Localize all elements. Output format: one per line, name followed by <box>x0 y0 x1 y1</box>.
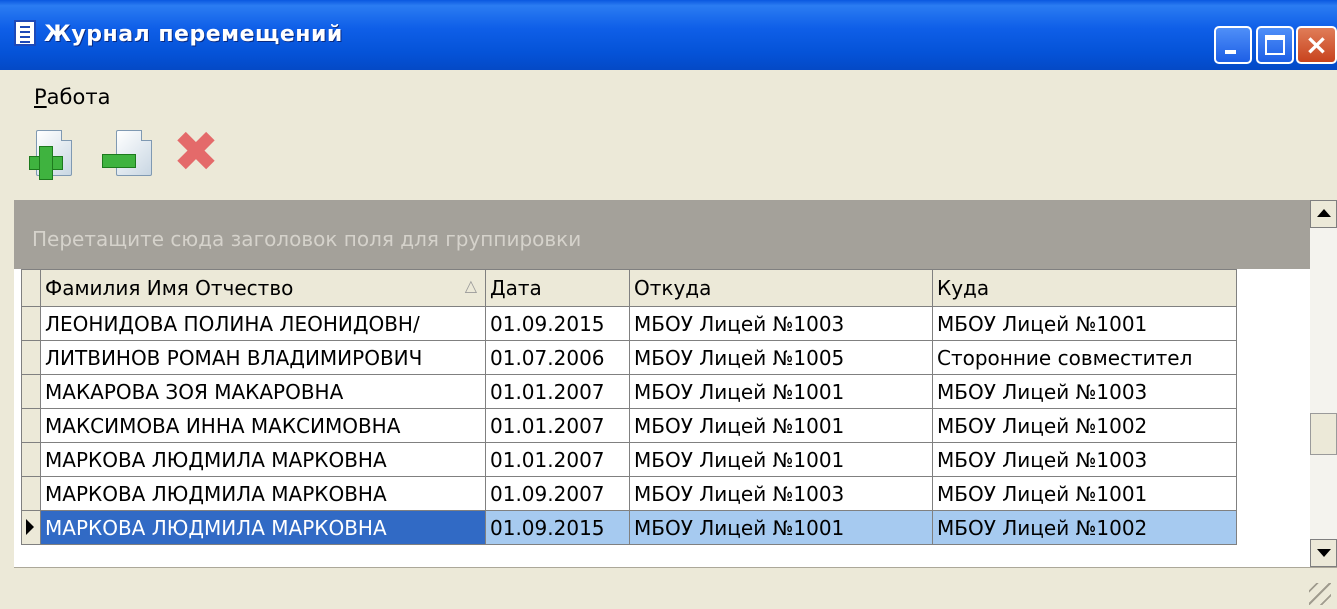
column-header-to[interactable]: Куда <box>932 269 1237 307</box>
table-row[interactable]: МАКАРОВА ЗОЯ МАКАРОВНА 01.01.2007 МБОУ Л… <box>21 374 1237 409</box>
minimize-button[interactable] <box>1214 26 1252 64</box>
row-selector[interactable] <box>21 408 41 443</box>
cell-date[interactable]: 01.01.2007 <box>485 408 630 443</box>
app-icon <box>14 20 36 46</box>
table-row[interactable]: ЛИТВИНОВ РОМАН ВЛАДИМИРОВИЧ 01.07.2006 М… <box>21 340 1237 375</box>
cell-name[interactable]: МАКАРОВА ЗОЯ МАКАРОВНА <box>40 374 486 409</box>
maximize-icon <box>1265 35 1285 55</box>
cell-from[interactable]: МБОУ Лицей №1005 <box>629 340 933 375</box>
menu-item-work[interactable]: Работа <box>34 85 110 109</box>
row-selector[interactable] <box>21 476 41 511</box>
table-row[interactable]: МАРКОВА ЛЮДМИЛА МАРКОВНА 01.01.2007 МБОУ… <box>21 442 1237 477</box>
row-selector[interactable] <box>21 340 41 375</box>
grid-table: Фамилия Имя Отчество △ Дата Откуда Куда Л… <box>21 269 1237 545</box>
add-button[interactable] <box>26 128 78 186</box>
delete-button[interactable]: ✖ <box>170 124 222 186</box>
close-button[interactable]: × <box>1296 26 1337 64</box>
menu-item-label: абота <box>46 85 111 109</box>
resize-grip-icon[interactable] <box>1309 583 1331 605</box>
close-icon: × <box>1304 28 1329 61</box>
column-header-label: Фамилия Имя Отчество <box>45 276 294 300</box>
cell-date[interactable]: 01.07.2006 <box>485 340 630 375</box>
cell-name[interactable]: МАРКОВА ЛЮДМИЛА МАРКОВНА <box>40 510 486 545</box>
data-grid[interactable]: Фамилия Имя Отчество △ Дата Откуда Куда Л… <box>14 269 1310 567</box>
table-row[interactable]: МАКСИМОВА ИННА МАКСИМОВНА 01.01.2007 МБО… <box>21 408 1237 443</box>
arrow-up-icon <box>1317 209 1331 217</box>
header-row: Фамилия Имя Отчество △ Дата Откуда Куда <box>21 269 1237 307</box>
scroll-down-button[interactable] <box>1310 539 1337 567</box>
table-row-selected[interactable]: МАРКОВА ЛЮДМИЛА МАРКОВНА 01.09.2015 МБОУ… <box>21 510 1237 545</box>
cell-from[interactable]: МБОУ Лицей №1003 <box>629 476 933 511</box>
remove-button[interactable] <box>100 128 152 186</box>
cell-name[interactable]: ЛЕОНИДОВА ПОЛИНА ЛЕОНИДОВН/ <box>40 306 486 341</box>
scrollbar-thumb[interactable] <box>1310 413 1337 455</box>
cell-to[interactable]: Сторонние совместител <box>932 340 1237 375</box>
cell-from[interactable]: МБОУ Лицей №1001 <box>629 510 933 545</box>
delete-icon: ✖ <box>172 120 220 185</box>
cell-from[interactable]: МБОУ Лицей №1001 <box>629 374 933 409</box>
table-row[interactable]: ЛЕОНИДОВА ПОЛИНА ЛЕОНИДОВН/ 01.09.2015 М… <box>21 306 1237 341</box>
row-selector[interactable] <box>21 374 41 409</box>
cell-name[interactable]: МАРКОВА ЛЮДМИЛА МАРКОВНА <box>40 476 486 511</box>
group-by-hint: Перетащите сюда заголовок поля для групп… <box>32 227 582 251</box>
menu-bar <box>0 70 1337 120</box>
cell-date[interactable]: 01.09.2015 <box>485 510 630 545</box>
maximize-button[interactable] <box>1256 26 1294 64</box>
current-row-icon <box>26 518 34 535</box>
title-bar[interactable]: Журнал перемещений × <box>0 0 1337 70</box>
cell-name[interactable]: МАРКОВА ЛЮДМИЛА МАРКОВНА <box>40 442 486 477</box>
cell-to[interactable]: МБОУ Лицей №1001 <box>932 306 1237 341</box>
column-header-from[interactable]: Откуда <box>629 269 933 307</box>
cell-date[interactable]: 01.01.2007 <box>485 374 630 409</box>
table-row[interactable]: МАРКОВА ЛЮДМИЛА МАРКОВНА 01.09.2007 МБОУ… <box>21 476 1237 511</box>
status-bar <box>14 567 1337 609</box>
cell-name[interactable]: МАКСИМОВА ИННА МАКСИМОВНА <box>40 408 486 443</box>
sort-ascending-icon: △ <box>464 276 477 295</box>
menu-item-accelerator: Р <box>34 85 47 109</box>
cell-date[interactable]: 01.09.2015 <box>485 306 630 341</box>
cell-date[interactable]: 01.01.2007 <box>485 442 630 477</box>
cell-to[interactable]: МБОУ Лицей №1003 <box>932 374 1237 409</box>
row-selector[interactable] <box>21 306 41 341</box>
cell-from[interactable]: МБОУ Лицей №1001 <box>629 408 933 443</box>
row-selector[interactable] <box>21 442 41 477</box>
cell-date[interactable]: 01.09.2007 <box>485 476 630 511</box>
window-title: Журнал перемещений <box>44 22 343 47</box>
row-selector[interactable] <box>21 510 41 545</box>
column-header-date[interactable]: Дата <box>485 269 630 307</box>
cell-name[interactable]: ЛИТВИНОВ РОМАН ВЛАДИМИРОВИЧ <box>40 340 486 375</box>
column-header-name[interactable]: Фамилия Имя Отчество △ <box>40 269 486 307</box>
cell-to[interactable]: МБОУ Лицей №1001 <box>932 476 1237 511</box>
window: Журнал перемещений × Работа ✖ Перетащите… <box>0 0 1337 609</box>
arrow-down-icon <box>1317 549 1331 557</box>
cell-from[interactable]: МБОУ Лицей №1001 <box>629 442 933 477</box>
cell-from[interactable]: МБОУ Лицей №1003 <box>629 306 933 341</box>
scroll-up-button[interactable] <box>1310 200 1337 228</box>
cell-to[interactable]: МБОУ Лицей №1003 <box>932 442 1237 477</box>
cell-to[interactable]: МБОУ Лицей №1002 <box>932 510 1237 545</box>
vertical-scrollbar[interactable] <box>1310 200 1337 567</box>
row-selector-header <box>21 269 41 307</box>
minimize-icon <box>1225 50 1236 54</box>
cell-to[interactable]: МБОУ Лицей №1002 <box>932 408 1237 443</box>
